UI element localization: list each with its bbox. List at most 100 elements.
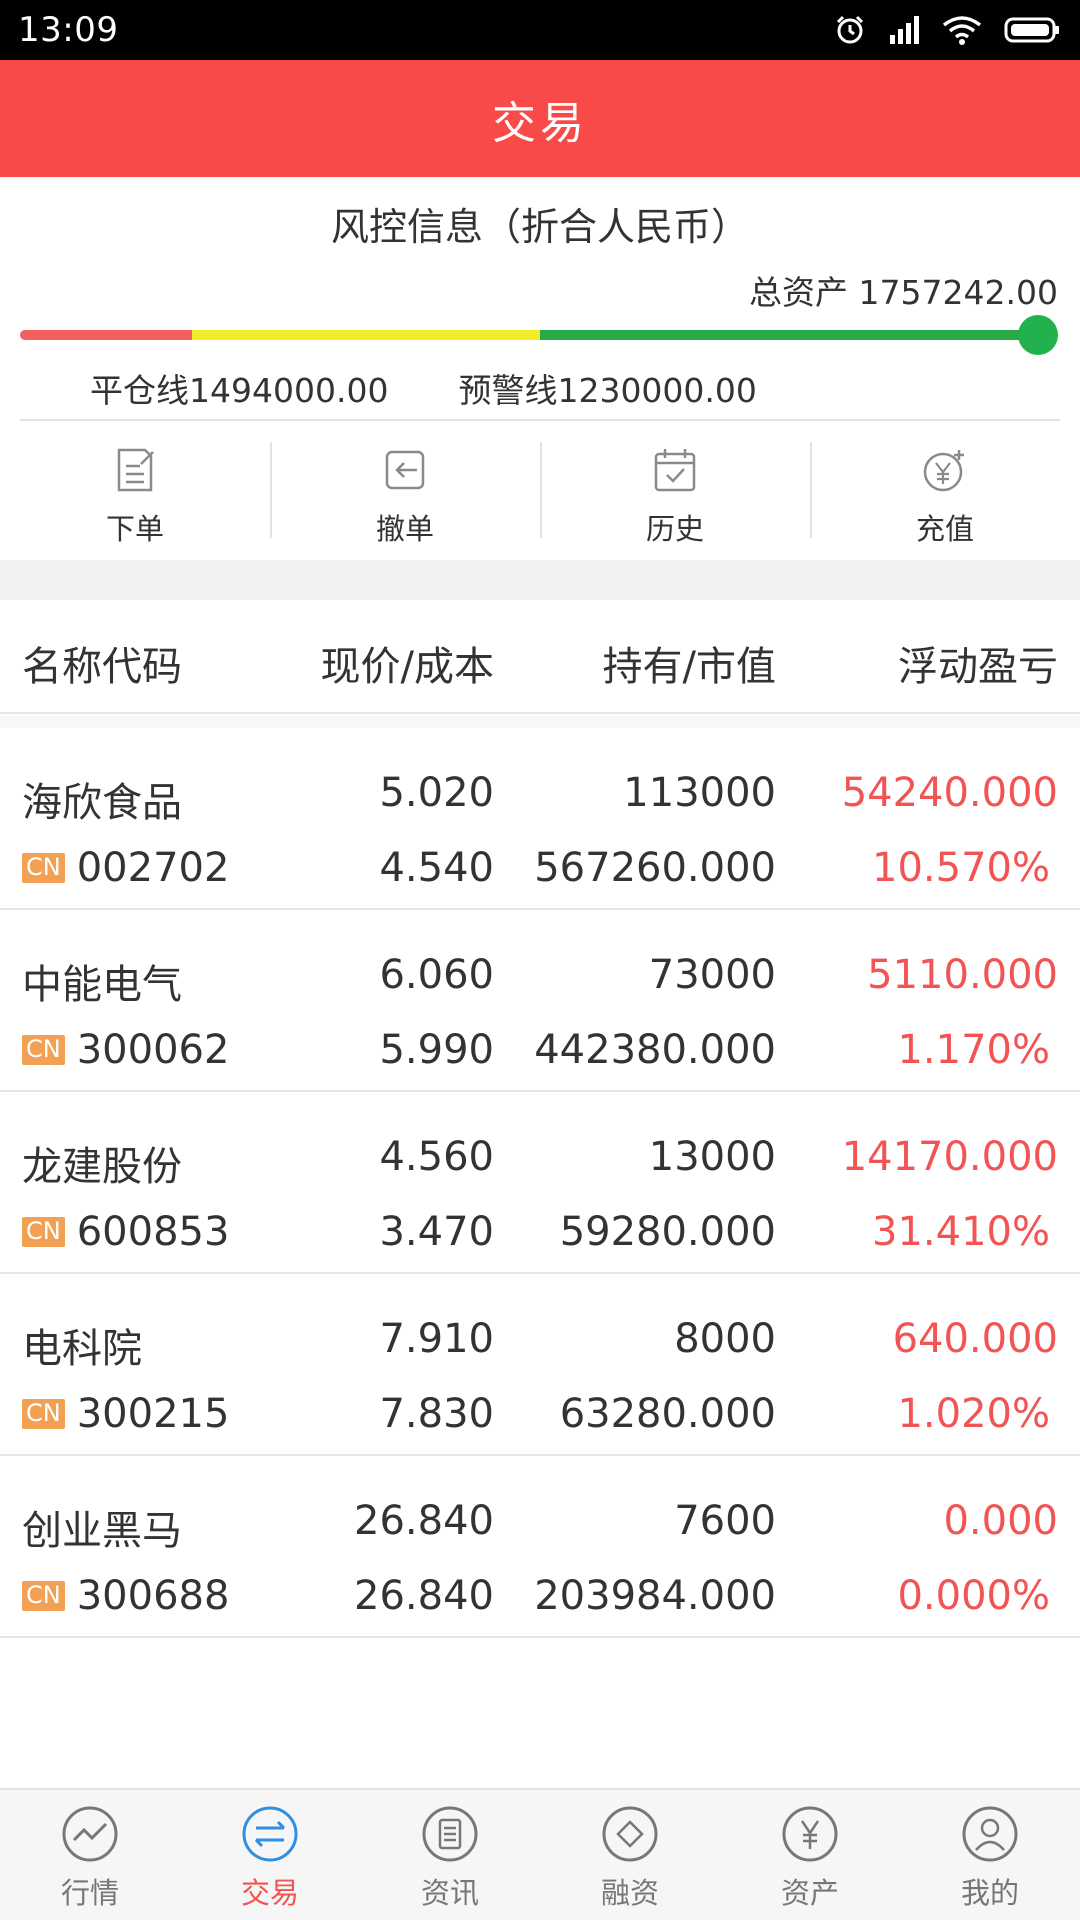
market-badge: CN (22, 1581, 65, 1611)
floating-pl-pct: 0.000% (897, 1573, 1050, 1619)
stock-code-group: CN 300688 (22, 1573, 229, 1619)
positions-list: 海欣食品 CN 002702 5.020 4.540 113000 567260… (0, 728, 1080, 1638)
status-bar: 13:09 (0, 0, 1080, 60)
status-time: 13:09 (18, 10, 119, 50)
floating-pl-pct: 1.170% (897, 1027, 1050, 1073)
floating-pl: 54240.000 (841, 770, 1058, 816)
nav-label-profile: 我的 (960, 1876, 1019, 1910)
cost-price: 5.990 (379, 1027, 494, 1073)
battery-icon (1004, 17, 1059, 43)
total-assets-label: 总资产 (749, 273, 849, 312)
stock-code: 600853 (76, 1209, 230, 1255)
holding-qty: 73000 (648, 952, 776, 998)
holding-qty: 7600 (674, 1498, 776, 1544)
cancel-order-button[interactable]: 撤单 (270, 422, 540, 560)
stock-code: 300062 (76, 1027, 230, 1073)
floating-pl: 0.000 (943, 1498, 1058, 1544)
market-badge: CN (22, 1035, 65, 1065)
assets-yen-icon (782, 1806, 838, 1862)
history-button[interactable]: 历史 (540, 422, 810, 560)
recharge-yen-icon (923, 450, 964, 492)
market-badge: CN (22, 1217, 65, 1247)
market-badge: CN (22, 1399, 65, 1429)
stock-code: 002702 (76, 845, 230, 891)
liquidation-line-label: 平仓线1494000.00 (90, 371, 389, 410)
holding-qty: 113000 (623, 770, 776, 816)
cancel-order-icon (385, 450, 425, 490)
action-row: 下单 撤单 历史 充值 (0, 422, 1080, 560)
floating-pl: 14170.000 (841, 1134, 1058, 1180)
nav-trade[interactable]: 交易 (180, 1790, 360, 1920)
table-row[interactable]: 电科院 CN 300215 7.910 7.830 8000 63280.000… (0, 1274, 1080, 1456)
floating-pl-pct: 31.410% (872, 1209, 1050, 1255)
holding-qty: 8000 (674, 1316, 776, 1362)
profile-icon (962, 1806, 1018, 1862)
history-label: 历史 (645, 512, 704, 546)
stock-code-group: CN 300062 (22, 1027, 229, 1073)
wifi-icon (942, 16, 982, 45)
section-gap (0, 560, 1080, 600)
header-name-code: 名称代码 (22, 644, 182, 690)
header-floating-pl: 浮动盈亏 (898, 644, 1058, 690)
table-row[interactable]: 创业黑马 CN 300688 26.840 26.840 7600 203984… (0, 1456, 1080, 1638)
floating-pl: 640.000 (892, 1316, 1058, 1362)
current-price: 5.020 (379, 770, 494, 816)
stock-code-group: CN 600853 (22, 1209, 229, 1255)
header-gap (0, 716, 1080, 728)
market-value: 203984.000 (534, 1573, 776, 1619)
stock-code: 300215 (76, 1391, 230, 1437)
floating-pl: 5110.000 (867, 952, 1058, 998)
recharge-label: 充值 (915, 512, 974, 546)
nav-market[interactable]: 行情 (0, 1790, 180, 1920)
cost-price: 4.540 (379, 845, 494, 891)
positions-table-header: 名称代码 现价/成本 持有/市值 浮动盈亏 (0, 600, 1080, 714)
order-icon (117, 448, 154, 492)
floating-pl-pct: 1.020% (897, 1391, 1050, 1437)
warning-line-label: 预警线1230000.00 (458, 371, 757, 410)
history-calendar-icon (654, 449, 696, 492)
nav-news[interactable]: 资讯 (360, 1790, 540, 1920)
table-row[interactable]: 中能电气 CN 300062 6.060 5.990 73000 442380.… (0, 910, 1080, 1092)
news-icon (422, 1806, 478, 1862)
page-title: 交易 (492, 97, 588, 149)
nav-label-market: 行情 (60, 1876, 119, 1910)
recharge-button[interactable]: 充值 (810, 422, 1080, 560)
stock-name: 创业黑马 (22, 1508, 182, 1554)
current-price: 7.910 (379, 1316, 494, 1362)
order-button[interactable]: 下单 (0, 422, 270, 560)
trade-arrows-icon (242, 1806, 298, 1862)
risk-segment-safe (540, 330, 1038, 340)
holding-qty: 13000 (648, 1134, 776, 1180)
status-icons (834, 12, 1060, 48)
current-price: 6.060 (379, 952, 494, 998)
nav-financing[interactable]: 融资 (540, 1790, 720, 1920)
header-price-cost: 现价/成本 (320, 644, 494, 690)
current-price: 4.560 (379, 1134, 494, 1180)
risk-segment-warning (192, 330, 540, 340)
stock-name: 中能电气 (22, 962, 182, 1008)
market-badge: CN (22, 853, 65, 883)
nav-label-news: 资讯 (420, 1876, 479, 1910)
table-row[interactable]: 海欣食品 CN 002702 5.020 4.540 113000 567260… (0, 728, 1080, 910)
market-value: 63280.000 (559, 1391, 776, 1437)
stock-name: 龙建股份 (22, 1144, 182, 1190)
cost-price: 3.470 (379, 1209, 494, 1255)
stock-name: 海欣食品 (22, 780, 182, 826)
risk-info-title: 风控信息（折合人民币） (330, 205, 749, 249)
alarm-icon (836, 15, 864, 44)
nav-assets[interactable]: 资产 (720, 1790, 900, 1920)
stock-code: 300688 (76, 1573, 230, 1619)
stock-name: 电科院 (22, 1326, 142, 1372)
bottom-nav: 行情 交易 资讯 融资 资产 我的 (0, 1788, 1080, 1920)
risk-line-labels: 平仓线1494000.00 预警线1230000.00 (90, 364, 757, 412)
total-assets: 总资产 1757242.00 (749, 266, 1058, 314)
nav-label-financing: 融资 (600, 1876, 659, 1910)
market-value: 567260.000 (534, 845, 776, 891)
financing-icon (602, 1806, 658, 1862)
divider (20, 419, 1060, 421)
table-row[interactable]: 龙建股份 CN 600853 4.560 3.470 13000 59280.0… (0, 1092, 1080, 1274)
cost-price: 7.830 (379, 1391, 494, 1437)
signal-icon (890, 16, 919, 44)
current-price: 26.840 (354, 1498, 494, 1544)
nav-profile[interactable]: 我的 (900, 1790, 1080, 1920)
